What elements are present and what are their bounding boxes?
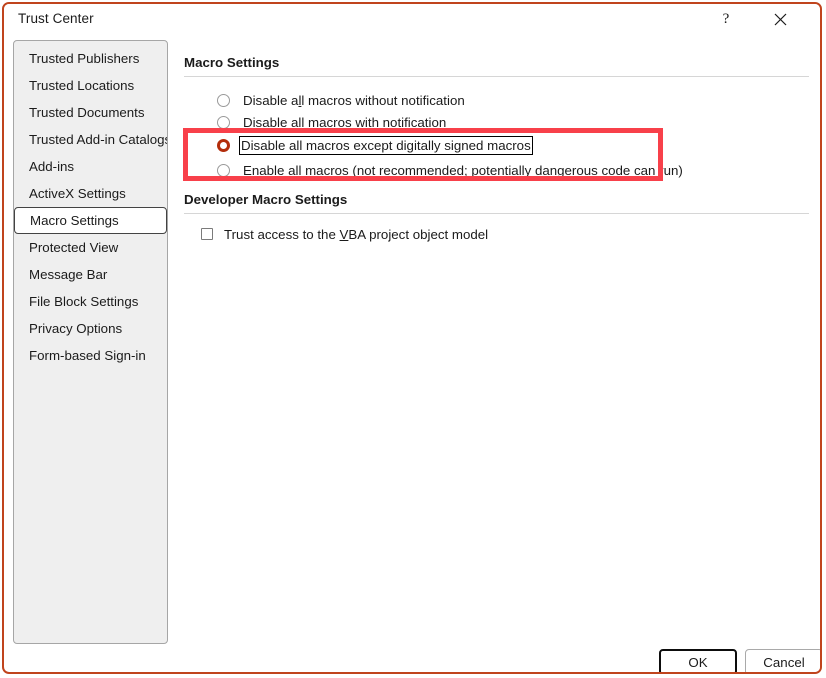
macro-settings-heading: Macro Settings: [184, 55, 279, 70]
ok-button[interactable]: OK: [659, 649, 737, 674]
radio-label: Disable all macros except digitally sign…: [239, 136, 533, 155]
cancel-button[interactable]: Cancel: [745, 649, 822, 674]
help-button[interactable]: ?: [704, 4, 748, 35]
radio-disable-all-without-notification[interactable]: Disable all macros without notification: [217, 89, 467, 111]
radio-disable-all-except-digitally-signed[interactable]: Disable all macros except digitally sign…: [217, 134, 533, 156]
radio-label: Disable all macros without notification: [241, 91, 467, 110]
macro-settings-divider: [184, 76, 809, 77]
sidebar-item-privacy-options[interactable]: Privacy Options: [14, 315, 167, 342]
radio-label: Enable all macros (not recommended; pote…: [241, 161, 685, 180]
radio-indicator: [217, 94, 230, 107]
sidebar-item-trusted-documents[interactable]: Trusted Documents: [14, 99, 167, 126]
checkbox-indicator: [201, 228, 213, 240]
radio-indicator: [217, 116, 230, 129]
window-title: Trust Center: [18, 11, 94, 26]
checkbox-label: Trust access to the VBA project object m…: [224, 227, 488, 242]
sidebar-item-add-ins[interactable]: Add-ins: [14, 153, 167, 180]
question-mark-icon: ?: [723, 11, 730, 28]
sidebar-item-trusted-locations[interactable]: Trusted Locations: [14, 72, 167, 99]
radio-disable-all-with-notification[interactable]: Disable all macros with notification: [217, 111, 448, 133]
trust-center-window: Trust Center ? Trusted Publishers Truste…: [2, 2, 822, 674]
radio-label: Disable all macros with notification: [241, 113, 448, 132]
sidebar-item-message-bar[interactable]: Message Bar: [14, 261, 167, 288]
sidebar-item-trusted-add-in-catalogs[interactable]: Trusted Add-in Catalogs: [14, 126, 167, 153]
sidebar-item-trusted-publishers[interactable]: Trusted Publishers: [14, 45, 167, 72]
sidebar-item-activex-settings[interactable]: ActiveX Settings: [14, 180, 167, 207]
category-sidebar[interactable]: Trusted Publishers Trusted Locations Tru…: [13, 40, 168, 644]
close-icon: [774, 13, 787, 26]
developer-macro-settings-heading: Developer Macro Settings: [184, 192, 347, 207]
sidebar-item-form-based-sign-in[interactable]: Form-based Sign-in: [14, 342, 167, 369]
radio-indicator: [217, 164, 230, 177]
sidebar-item-protected-view[interactable]: Protected View: [14, 234, 167, 261]
radio-enable-all-macros[interactable]: Enable all macros (not recommended; pote…: [217, 159, 685, 181]
title-bar: Trust Center ?: [4, 4, 820, 36]
radio-indicator-selected: [217, 139, 230, 152]
sidebar-item-file-block-settings[interactable]: File Block Settings: [14, 288, 167, 315]
checkbox-trust-access-vba[interactable]: Trust access to the VBA project object m…: [201, 224, 488, 244]
sidebar-item-macro-settings[interactable]: Macro Settings: [14, 207, 167, 234]
developer-macro-settings-divider: [184, 213, 809, 214]
close-button[interactable]: [758, 4, 802, 35]
